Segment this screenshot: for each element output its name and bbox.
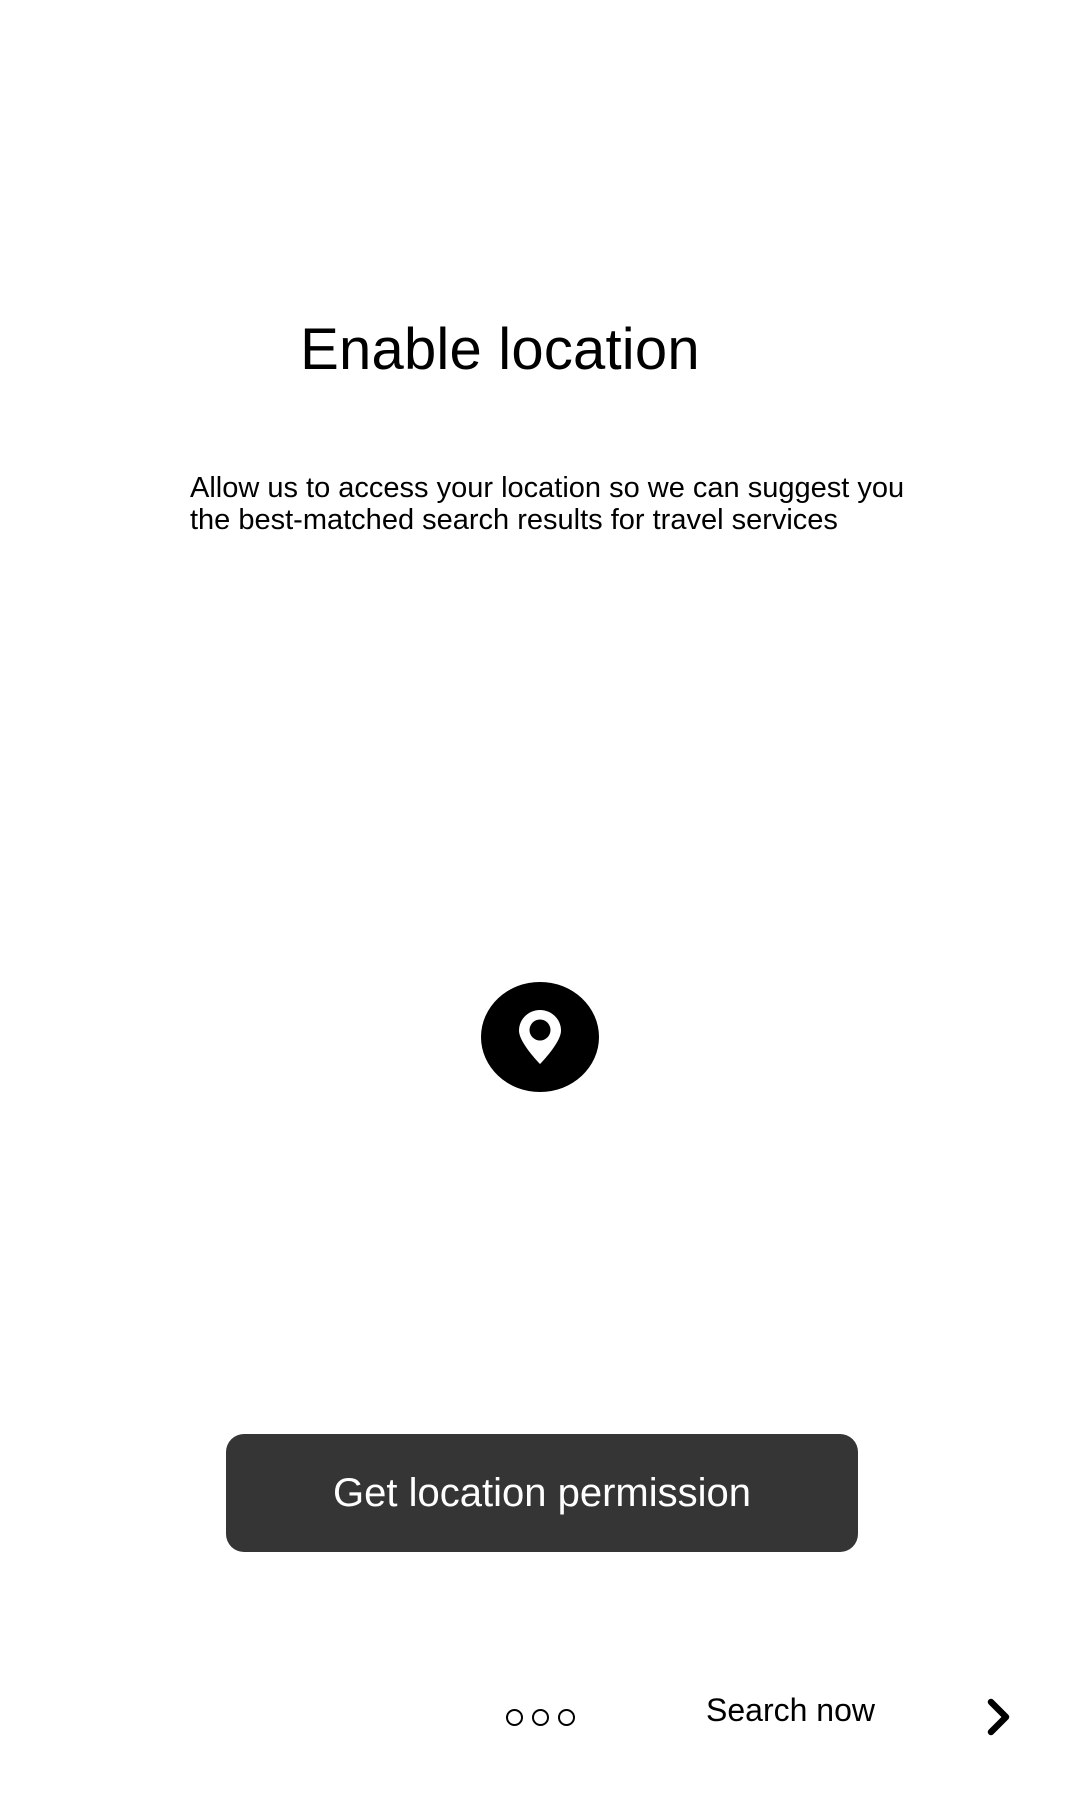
location-pin-icon bbox=[519, 1010, 561, 1064]
chevron-right-icon bbox=[987, 1698, 1010, 1736]
page-indicator-dot bbox=[558, 1708, 575, 1726]
page-indicator bbox=[506, 1707, 575, 1727]
page-title: Enable location bbox=[300, 317, 700, 382]
next-button[interactable] bbox=[974, 1692, 1024, 1742]
page-indicator-dot bbox=[506, 1708, 523, 1726]
location-pin-badge bbox=[481, 982, 599, 1092]
page-indicator-dot bbox=[532, 1708, 549, 1726]
get-location-permission-button[interactable]: Get location permission bbox=[226, 1434, 858, 1552]
search-now-link[interactable]: Search now bbox=[706, 1690, 875, 1730]
location-description: Allow us to access your location so we c… bbox=[190, 472, 905, 536]
